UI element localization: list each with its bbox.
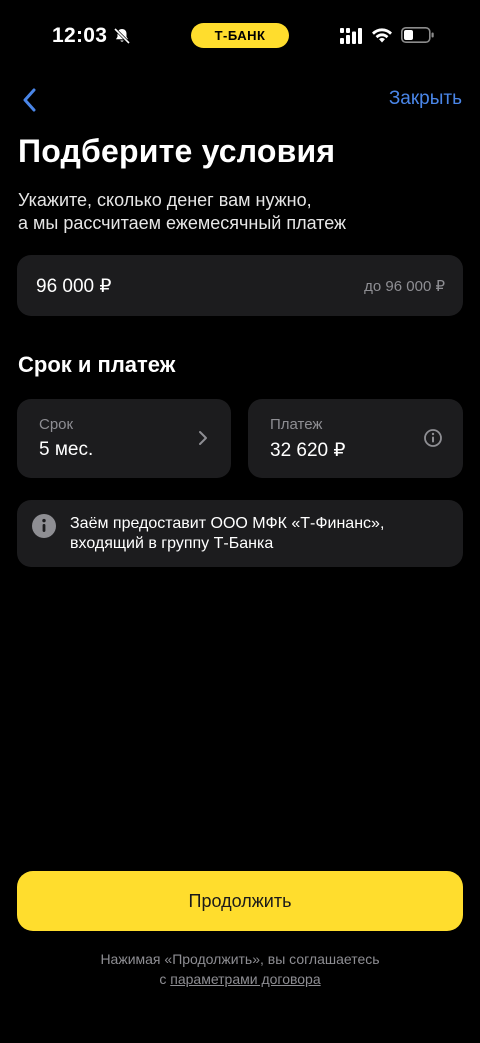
page-title: Подберите условия (18, 133, 336, 169)
term-selector[interactable]: Срок 5 мес. (17, 399, 231, 478)
term-label: Срок (39, 416, 74, 433)
notice-line: входящий в группу Т-Банка (70, 535, 274, 552)
amount-value: 96 000 ₽ (36, 276, 112, 297)
close-button[interactable]: Закрыть (389, 88, 462, 110)
battery-icon (401, 26, 434, 43)
info-circle-icon[interactable] (423, 428, 443, 448)
payment-value: 32 620 ₽ (270, 440, 346, 461)
screen: 12:03 Т-БАНК Закрыть Подберите условия У… (0, 0, 480, 1043)
contract-terms-link[interactable]: параметрами договора (170, 971, 320, 987)
brand-badge: Т-БАНК (191, 23, 289, 48)
section-title-term-payment: Срок и платеж (18, 352, 176, 377)
info-icon (32, 514, 56, 538)
status-bar: 12:03 Т-БАНК (0, 0, 480, 70)
term-value: 5 мес. (39, 439, 94, 460)
payment-card: Платеж 32 620 ₽ (248, 399, 463, 478)
amount-input[interactable]: 96 000 ₽ до 96 000 ₽ (17, 255, 463, 316)
page-subtitle: Укажите, сколько денег вам нужно, а мы р… (18, 189, 458, 235)
wifi-icon (372, 28, 392, 43)
subtitle-line: а мы рассчитаем ежемесячный платеж (18, 213, 347, 233)
bell-slash-icon (113, 27, 131, 45)
legal-prefix: с (159, 971, 171, 987)
lender-notice: Заём предоставит ООО МФК «Т-Финанс», вхо… (17, 500, 463, 567)
continue-button[interactable]: Продолжить (17, 871, 463, 931)
status-time: 12:03 (52, 24, 108, 47)
legal-line: Нажимая «Продолжить», вы соглашаетесь (100, 951, 380, 967)
back-button[interactable] (14, 84, 44, 116)
chevron-left-icon (23, 88, 36, 112)
chevron-right-icon (199, 431, 207, 445)
subtitle-line: Укажите, сколько денег вам нужно, (18, 190, 312, 210)
amount-limit: до 96 000 ₽ (364, 278, 445, 295)
payment-label: Платеж (270, 416, 323, 433)
notice-line: Заём предоставит ООО МФК «Т-Финанс», (70, 515, 385, 532)
signal-icon (340, 28, 362, 44)
notice-text: Заём предоставит ООО МФК «Т-Финанс», вхо… (70, 514, 450, 554)
legal-line: с параметрами договора (0, 969, 480, 989)
legal-text: Нажимая «Продолжить», вы соглашаетесь с … (0, 949, 480, 989)
